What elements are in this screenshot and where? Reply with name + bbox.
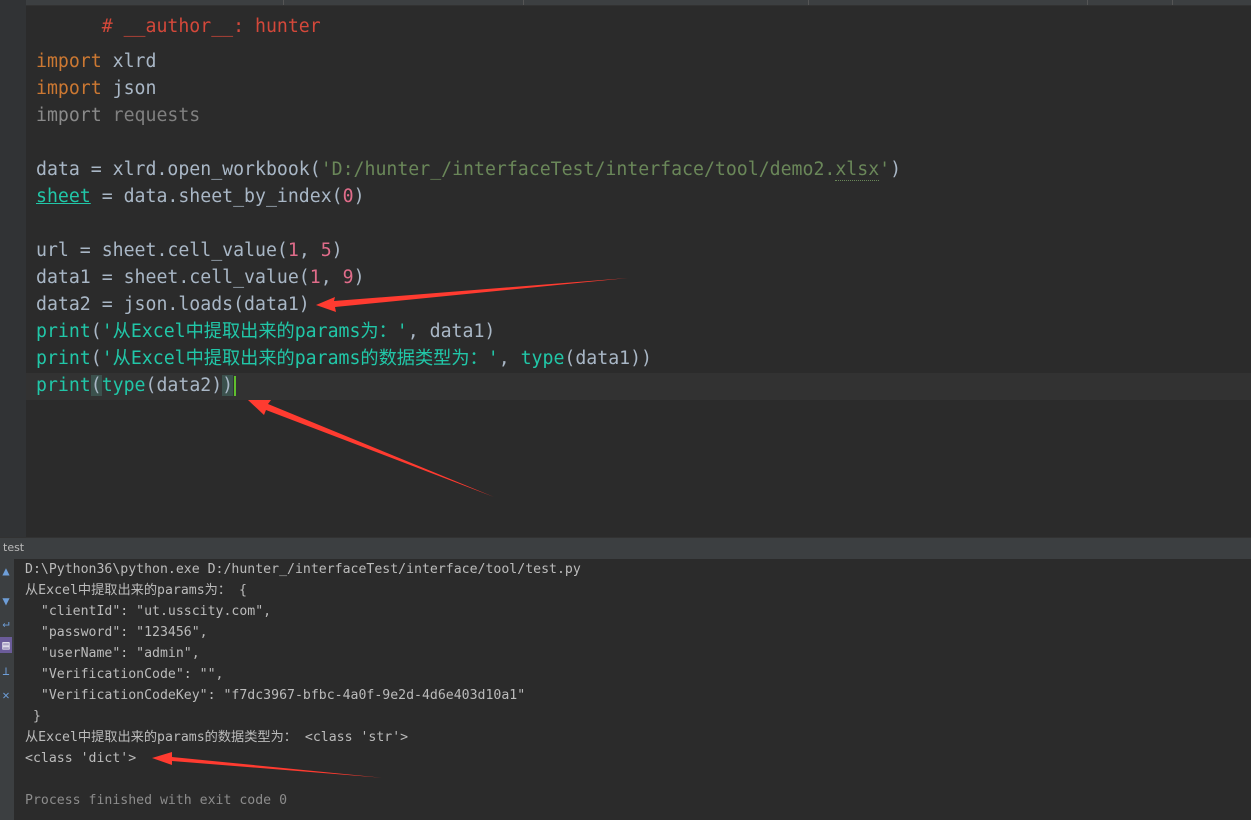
code-line-import-json[interactable]: import json xyxy=(36,75,156,102)
message-string: '从Excel中提取出来的params为：' xyxy=(101,321,408,342)
number-literal: 5 xyxy=(320,240,332,261)
code-line-data2[interactable]: data2 = json.loads(data1) xyxy=(36,291,310,318)
console-line-command: D:\Python36\python.exe D:/hunter_/interf… xyxy=(25,562,581,577)
code-text: data2 = json.loads(data1) xyxy=(36,294,310,315)
console-line: "userName": "admin", xyxy=(25,646,200,661)
editor-gutter[interactable] xyxy=(0,0,26,537)
unused-module-name: requests xyxy=(101,105,201,126)
code-line-data1[interactable]: data1 = sheet.cell_value(1, 9) xyxy=(36,264,365,291)
console-line: "VerificationCodeKey": "f7dc3967-bfbc-4a… xyxy=(25,688,526,703)
code-text: ) xyxy=(353,267,365,288)
author-comment: # __author__: hunter xyxy=(101,16,321,37)
console-line: } xyxy=(25,709,41,724)
code-text: , data1) xyxy=(407,321,496,342)
run-tool-window-header[interactable]: test xyxy=(0,537,1251,560)
print-builtin: print xyxy=(36,375,91,396)
code-line-comment[interactable]: # __author__: hunter xyxy=(36,0,321,37)
number-literal: 1 xyxy=(309,267,321,288)
code-line-print-params[interactable]: print('从Excel中提取出来的params为：', data1) xyxy=(36,318,495,345)
code-editor[interactable]: # __author__: hunter import xlrd import … xyxy=(0,0,1251,537)
down-arrow-icon[interactable]: ▼ xyxy=(0,593,12,609)
tab-separator xyxy=(1172,0,1173,5)
text-caret xyxy=(234,376,237,396)
run-toolbar: ▲ ▼ ↵ ▤ ⊥ ✕ xyxy=(0,559,14,820)
up-arrow-icon[interactable]: ▲ xyxy=(0,563,12,579)
module-name: json xyxy=(101,78,157,99)
run-config-name[interactable]: test xyxy=(3,541,24,554)
delete-icon[interactable]: ✕ xyxy=(0,687,12,703)
console-line: "password": "123456", xyxy=(25,625,208,640)
tab-separator xyxy=(808,0,809,5)
tab-separator xyxy=(523,0,524,5)
print-builtin: print xyxy=(36,348,91,369)
number-literal: 1 xyxy=(287,240,299,261)
print-icon[interactable]: ▤ xyxy=(0,637,12,653)
code-line-import-xlrd[interactable]: import xlrd xyxy=(36,48,156,75)
type-builtin: type xyxy=(101,375,146,396)
path-string: 'D:/hunter_/interfaceTest/interface/tool… xyxy=(320,159,836,180)
print-builtin: print xyxy=(36,321,91,342)
import-keyword: import xyxy=(36,51,102,72)
console-line: 从Excel中提取出来的params为： { xyxy=(25,583,247,598)
code-text: (data2) xyxy=(145,375,223,396)
code-text: ) xyxy=(331,240,343,261)
wrap-icon[interactable]: ↵ xyxy=(0,615,12,631)
code-line-import-requests[interactable]: import requests xyxy=(36,102,200,129)
type-builtin: type xyxy=(520,348,565,369)
path-string-quote: ' xyxy=(879,159,891,180)
message-string: '从Excel中提取出来的params的数据类型为：' xyxy=(101,348,499,369)
unused-import-keyword: import xyxy=(36,105,102,126)
number-literal: 0 xyxy=(342,186,354,207)
code-line-sheet[interactable]: sheet = data.sheet_by_index(0) xyxy=(36,183,365,210)
console-line: "clientId": "ut.usscity.com", xyxy=(25,604,272,619)
code-text: ) xyxy=(353,186,365,207)
code-text: , xyxy=(320,267,343,288)
console-line-dict-result: <class 'dict'> xyxy=(25,751,137,766)
code-line-open-workbook[interactable]: data = xlrd.open_workbook('D:/hunter_/in… xyxy=(36,156,901,183)
code-text: = data.sheet_by_index( xyxy=(90,186,343,207)
code-text: , xyxy=(498,348,521,369)
code-text: (data1)) xyxy=(564,348,653,369)
code-text: url = sheet.cell_value( xyxy=(36,240,288,261)
tab-separator xyxy=(1087,0,1088,5)
code-text: ) xyxy=(890,159,902,180)
code-text: data1 = sheet.cell_value( xyxy=(36,267,310,288)
code-text: ( xyxy=(90,321,102,342)
module-name: xlrd xyxy=(101,51,157,72)
matched-brace: ) xyxy=(222,375,234,396)
number-literal: 9 xyxy=(342,267,354,288)
code-line-print-type-data2[interactable]: print(type(data2)) xyxy=(36,372,237,399)
code-line-url[interactable]: url = sheet.cell_value(1, 5) xyxy=(36,237,343,264)
pycharm-window: # __author__: hunter import xlrd import … xyxy=(0,0,1251,820)
console-line: 从Excel中提取出来的params的数据类型为： <class 'str'> xyxy=(25,730,409,745)
code-line-print-type-data1[interactable]: print('从Excel中提取出来的params的数据类型为：', type(… xyxy=(36,345,652,372)
pin-icon[interactable]: ⊥ xyxy=(0,663,12,679)
code-text: data = xlrd.open_workbook( xyxy=(36,159,321,180)
console-line: "VerificationCode": "", xyxy=(25,667,224,682)
path-string-extension: xlsx xyxy=(835,159,880,181)
matched-brace: ( xyxy=(90,375,102,396)
code-text: ( xyxy=(90,348,102,369)
sheet-variable: sheet xyxy=(36,186,91,207)
code-text: , xyxy=(298,240,321,261)
console-line-exit-status: Process finished with exit code 0 xyxy=(25,793,288,808)
run-console-output[interactable]: D:\Python36\python.exe D:/hunter_/interf… xyxy=(14,559,1251,820)
import-keyword: import xyxy=(36,78,102,99)
